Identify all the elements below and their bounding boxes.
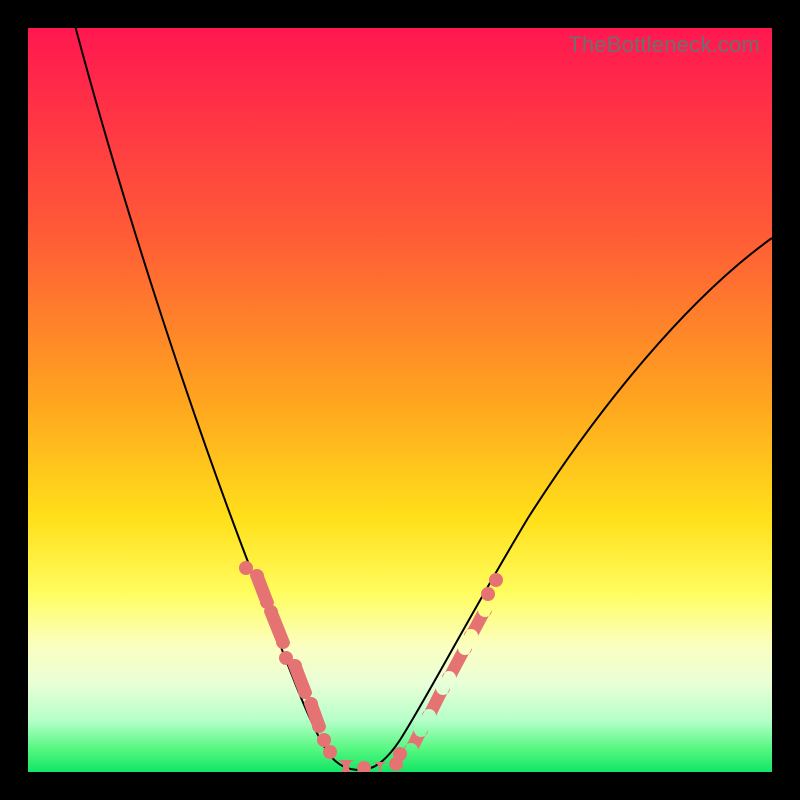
marker-dots <box>239 561 503 772</box>
bottleneck-curve <box>73 28 772 770</box>
plot-area: TheBottleneck.com <box>28 28 772 772</box>
curve-svg <box>28 28 772 772</box>
chart-frame: TheBottleneck.com <box>0 0 800 800</box>
